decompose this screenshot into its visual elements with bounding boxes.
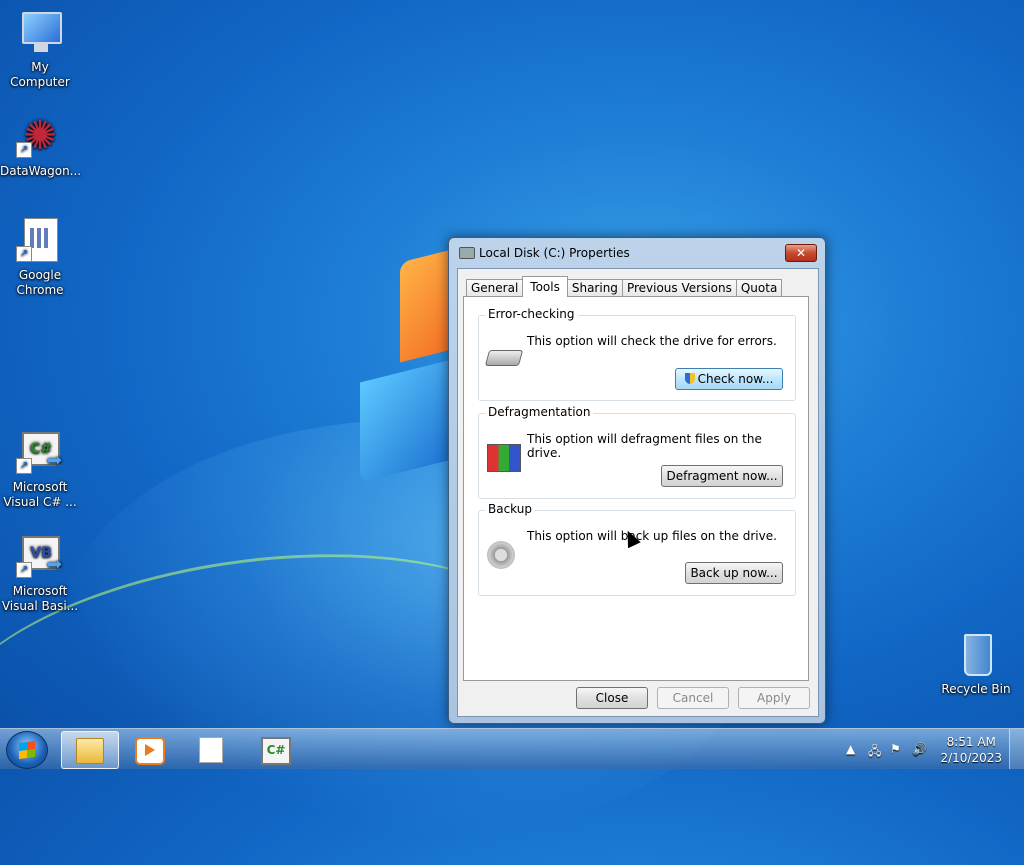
csharp-icon: C# ➡ ↗ [16, 428, 64, 476]
desktop-icon-label: My Computer [10, 60, 70, 89]
group-legend: Error-checking [485, 307, 578, 321]
group-legend: Backup [485, 502, 535, 516]
group-description: This option will check the drive for err… [527, 334, 777, 348]
drive-icon [459, 247, 475, 259]
volume-icon[interactable]: 🔊 [912, 742, 927, 756]
uac-shield-icon [684, 373, 695, 384]
dialog-body: General Tools Sharing Previous Versions … [457, 268, 819, 717]
taskbar-document[interactable] [185, 731, 241, 767]
error-checking-group: Error-checking This option will check th… [478, 307, 796, 401]
backup-disc-icon [487, 541, 515, 569]
desktop-icon-google-chrome[interactable]: ↗ Google Chrome [0, 216, 80, 298]
cancel-button[interactable]: Cancel [657, 687, 729, 709]
apply-button[interactable]: Apply [738, 687, 810, 709]
start-button[interactable] [6, 731, 48, 769]
taskbar-visual-csharp[interactable]: C# [247, 731, 303, 767]
windows-flag-icon [19, 740, 35, 760]
dialog-title: Local Disk (C:) Properties [479, 246, 630, 260]
flower-icon: ✺ ↗ [16, 112, 64, 160]
document-icon: ↗ [16, 216, 64, 264]
recycle-bin-icon [952, 630, 1000, 678]
close-button[interactable]: Close [576, 687, 648, 709]
defrag-icon [487, 444, 521, 472]
desktop-icon-visual-csharp[interactable]: C# ➡ ↗ Microsoft Visual C# ... [0, 428, 80, 510]
group-legend: Defragmentation [485, 405, 594, 419]
folder-icon [76, 738, 104, 764]
clock[interactable]: 8:51 AM 2/10/2023 [940, 734, 1002, 766]
desktop-icon-recycle-bin[interactable]: Recycle Bin [936, 630, 1016, 697]
clock-date: 2/10/2023 [940, 751, 1002, 765]
tab-tools[interactable]: Tools [522, 276, 568, 297]
dialog-titlebar[interactable]: Local Disk (C:) Properties ✕ [449, 238, 825, 268]
defragment-now-button[interactable]: Defragment now... [661, 465, 783, 487]
check-now-button[interactable]: Check now... [675, 368, 783, 390]
properties-dialog: Local Disk (C:) Properties ✕ General Too… [448, 237, 826, 724]
desktop-icon-datawagon[interactable]: ✺ ↗ DataWagon... [0, 112, 82, 179]
show-desktop-button[interactable] [1009, 729, 1024, 769]
tools-panel: Error-checking This option will check th… [463, 296, 809, 681]
network-icon[interactable]: 🖧 [868, 742, 881, 763]
group-description: This option will back up files on the dr… [527, 529, 777, 543]
hard-drive-icon [484, 350, 524, 366]
tab-previous-versions[interactable]: Previous Versions [621, 279, 737, 297]
taskbar-media-player[interactable] [121, 731, 177, 767]
taskbar-explorer[interactable] [61, 731, 119, 769]
desktop-icon-label: Recycle Bin [941, 682, 1011, 696]
backup-group: Backup This option will back up files on… [478, 502, 796, 596]
desktop-icon-visual-basic[interactable]: VB ➡ ↗ Microsoft Visual Basi... [0, 532, 80, 614]
desktop-icon-label: Microsoft Visual C# ... [3, 480, 77, 509]
blank-document-icon [199, 737, 223, 763]
csharp-icon: C# [261, 737, 291, 765]
group-description: This option will defragment files on the… [527, 432, 762, 460]
desktop-icon-label: DataWagon... [0, 164, 82, 178]
tab-strip: General Tools Sharing Previous Versions … [466, 276, 783, 297]
back-up-now-button[interactable]: Back up now... [685, 562, 783, 584]
clock-time: 8:51 AM [946, 735, 996, 749]
desktop-icon-label: Microsoft Visual Basi... [1, 584, 79, 613]
tab-general[interactable]: General [466, 279, 524, 297]
action-center-flag-icon[interactable]: ⚑ [890, 742, 901, 756]
desktop-icon-label: Google Chrome [16, 268, 64, 297]
close-icon[interactable]: ✕ [785, 244, 817, 262]
show-hidden-icons-arrow-icon[interactable]: ▲ [846, 742, 855, 756]
taskbar: C# ▲ 🖧 ⚑ 🔊 8:51 AM 2/10/2023 [0, 728, 1024, 769]
tab-quota[interactable]: Quota [735, 279, 783, 297]
tab-sharing[interactable]: Sharing [566, 279, 623, 297]
media-player-icon [135, 737, 165, 765]
system-tray: ▲ 🖧 ⚑ 🔊 8:51 AM 2/10/2023 [824, 729, 1024, 769]
computer-icon [16, 8, 64, 56]
vb-icon: VB ➡ ↗ [16, 532, 64, 580]
defragmentation-group: Defragmentation This option will defragm… [478, 405, 796, 499]
desktop-icon-my-computer[interactable]: My Computer [0, 8, 80, 90]
